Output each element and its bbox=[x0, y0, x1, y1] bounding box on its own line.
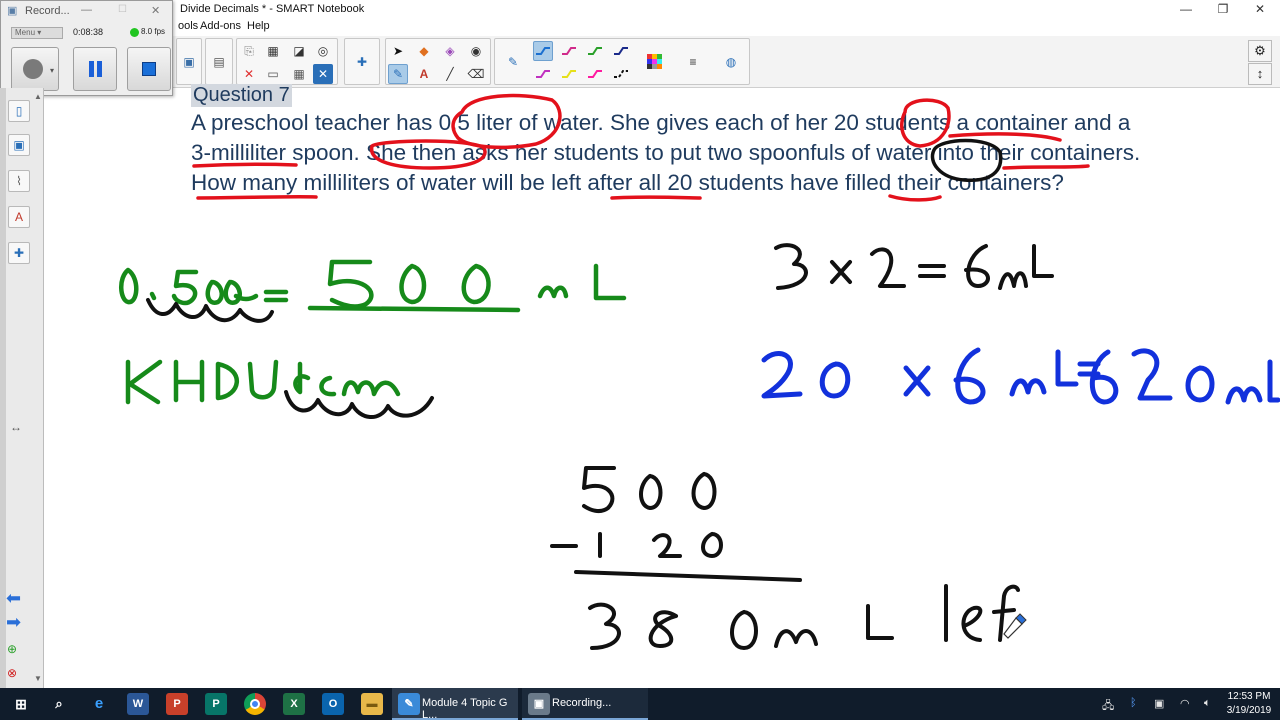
taskbar: ⊞ ⌕ e W P P X O ▬ ✎ Module 4 Topic G L..… bbox=[0, 688, 1280, 721]
taskbar-app-smart-notebook[interactable]: ✎ Module 4 Topic G L... bbox=[392, 688, 518, 721]
green-U bbox=[247, 359, 279, 400]
underline-water-into bbox=[196, 194, 318, 200]
green-d bbox=[293, 361, 311, 395]
blue-m2 bbox=[1225, 386, 1263, 405]
blue-6 bbox=[953, 347, 986, 405]
black-3b bbox=[588, 602, 621, 650]
black-6 bbox=[964, 244, 990, 288]
black-hops-2 bbox=[284, 390, 434, 419]
search-icon[interactable]: ⌕ bbox=[48, 693, 70, 715]
blue-2b bbox=[1131, 348, 1173, 401]
blue-6b bbox=[1089, 349, 1119, 405]
powerpoint-icon[interactable]: P bbox=[166, 693, 188, 715]
circle-3-milliliter bbox=[370, 139, 487, 170]
black-L bbox=[1032, 244, 1054, 278]
blue-0 bbox=[819, 361, 851, 399]
black-answer-line bbox=[574, 570, 802, 582]
pen-cursor-icon bbox=[1003, 613, 1027, 639]
circle-two bbox=[930, 138, 1003, 182]
blue-0b bbox=[1185, 365, 1215, 403]
black-3 bbox=[774, 243, 808, 290]
red-annotations bbox=[192, 93, 1090, 202]
black-equals bbox=[918, 264, 946, 278]
taskbar-app-label: Module 4 Topic G L... bbox=[422, 697, 508, 721]
underline-milliliters bbox=[610, 195, 702, 200]
network-drive-icon[interactable]: 🖧 bbox=[1102, 697, 1114, 716]
clock-time: 12:53 PM bbox=[1227, 691, 1271, 702]
black-x bbox=[830, 260, 852, 284]
blue-m bbox=[1009, 378, 1047, 397]
blue-L2 bbox=[1267, 359, 1280, 403]
blue-ink bbox=[761, 347, 1280, 405]
file-explorer-icon[interactable]: ▬ bbox=[361, 693, 383, 715]
green-underline bbox=[307, 305, 521, 313]
underline-spoonfuls bbox=[1002, 164, 1090, 170]
green-L bbox=[593, 263, 627, 301]
chrome-icon[interactable] bbox=[244, 693, 266, 715]
black-2 bbox=[870, 247, 906, 288]
black-m bbox=[998, 271, 1028, 290]
underline-left bbox=[888, 194, 942, 202]
underline-container bbox=[192, 162, 298, 168]
circle-20 bbox=[900, 98, 951, 148]
clock[interactable]: 12:53 PM 3/19/2019 bbox=[1222, 690, 1276, 718]
clock-date: 3/19/2019 bbox=[1226, 705, 1272, 716]
bluetooth-icon[interactable]: ᛒ bbox=[1130, 697, 1137, 709]
tray-app-icon[interactable]: ▣ bbox=[1154, 697, 1164, 710]
black-5 bbox=[582, 466, 616, 514]
circle-0-5-liter bbox=[451, 93, 562, 150]
ink-layer bbox=[119, 93, 1280, 650]
green-500-5 bbox=[327, 259, 374, 309]
black-ink bbox=[146, 243, 1054, 650]
blue-L bbox=[1055, 349, 1079, 387]
word-icon[interactable]: W bbox=[127, 693, 149, 715]
taskbar-app-label: Recording... bbox=[552, 697, 612, 709]
edge-browser-icon[interactable]: e bbox=[88, 693, 110, 715]
green-K bbox=[125, 359, 163, 405]
green-m bbox=[537, 285, 569, 299]
black-8 bbox=[648, 610, 678, 648]
outlook-icon[interactable]: O bbox=[322, 693, 344, 715]
smart-notebook-icon: ✎ bbox=[398, 693, 420, 715]
green-ink bbox=[119, 259, 627, 405]
blue-2 bbox=[761, 350, 803, 399]
excel-icon[interactable]: X bbox=[283, 693, 305, 715]
green-zero bbox=[119, 267, 139, 305]
taskbar-app-recording[interactable]: ▣ Recording... bbox=[522, 688, 648, 720]
black-e bbox=[961, 605, 983, 642]
green-equals bbox=[263, 289, 289, 303]
green-five bbox=[171, 269, 199, 306]
black-annotation bbox=[930, 138, 1003, 182]
blue-x bbox=[903, 365, 931, 397]
windows-start-icon[interactable]: ⊞ bbox=[10, 693, 32, 715]
wifi-icon[interactable]: ◠ bbox=[1180, 697, 1190, 710]
green-H bbox=[173, 359, 205, 403]
green-D bbox=[215, 361, 240, 401]
green-m2 bbox=[341, 380, 401, 397]
green-c bbox=[319, 375, 337, 397]
publisher-icon[interactable]: P bbox=[205, 693, 227, 715]
recorder-app-icon: ▣ bbox=[528, 693, 550, 715]
volume-icon[interactable]: 🔈︎ bbox=[1204, 697, 1211, 710]
